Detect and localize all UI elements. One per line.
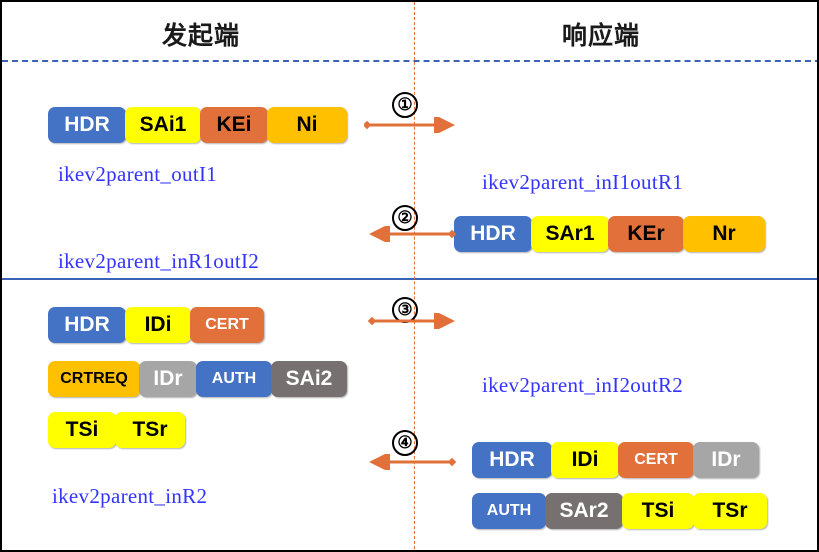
- payload-block-sai2: SAi2: [271, 361, 347, 397]
- column-header-responder: 响应端: [562, 23, 641, 50]
- payload-block-hdr: HDR: [454, 216, 532, 252]
- payload-block-nr: Nr: [683, 216, 765, 252]
- payload-row-msg2: HDR SAr1 KEr Nr: [454, 216, 765, 252]
- payload-row-msg3-line3: TSi TSr: [48, 412, 185, 448]
- payload-block-tsi: TSi: [48, 412, 116, 448]
- payload-block-ker: KEr: [608, 216, 684, 252]
- payload-block-auth: AUTH: [196, 361, 272, 397]
- payload-block-tsr: TSr: [115, 412, 185, 448]
- payload-block-tsi: TSi: [622, 493, 694, 529]
- arrow-step-2: [364, 226, 460, 242]
- function-label-in-r1-out-i2: ikev2parent_inR1outI2: [58, 249, 260, 273]
- payload-block-idr: IDr: [139, 361, 197, 397]
- payload-row-msg4-line1: HDR IDi CERT IDr: [472, 442, 759, 478]
- step-marker-4: ④: [392, 430, 418, 456]
- arrow-step-1: [364, 117, 460, 133]
- payload-block-cert: CERT: [190, 307, 264, 343]
- arrow-step-3: [364, 313, 460, 329]
- payload-block-idi: IDi: [125, 307, 191, 343]
- header-divider: [2, 60, 817, 62]
- ikev2-exchange-diagram: 发起端 响应端 HDR SAi1 KEi Ni ikev2parent_outI1 ①…: [0, 0, 819, 552]
- arrow-step-4: [364, 454, 460, 470]
- payload-block-hdr: HDR: [48, 307, 126, 343]
- payload-block-tsr: TSr: [693, 493, 767, 529]
- payload-block-ni: Ni: [267, 107, 347, 143]
- function-label-in-i1-out-r1: ikev2parent_inI1outR1: [482, 170, 684, 194]
- function-label-out-i1: ikev2parent_outI1: [58, 162, 218, 186]
- payload-block-crtreq: CRTREQ: [48, 361, 140, 397]
- payload-row-msg4-line2: AUTH SAr2 TSi TSr: [472, 493, 767, 529]
- payload-block-hdr: HDR: [472, 442, 552, 478]
- function-label-in-r2: ikev2parent_inR2: [52, 484, 208, 508]
- payload-row-msg3-line1: HDR IDi CERT: [48, 307, 264, 343]
- payload-block-sar2: SAr2: [545, 493, 623, 529]
- phase-divider: [2, 278, 817, 280]
- payload-block-cert: CERT: [618, 442, 694, 478]
- payload-block-auth: AUTH: [472, 493, 546, 529]
- payload-block-idi: IDi: [551, 442, 619, 478]
- payload-block-kei: KEi: [200, 107, 268, 143]
- column-header-initiator: 发起端: [162, 23, 241, 50]
- payload-row-msg1: HDR SAi1 KEi Ni: [48, 107, 347, 143]
- payload-block-sai1: SAi1: [125, 107, 201, 143]
- payload-block-sar1: SAr1: [531, 216, 609, 252]
- function-label-in-i2-out-r2: ikev2parent_inI2outR2: [482, 373, 684, 397]
- payload-block-idr: IDr: [693, 442, 759, 478]
- step-marker-1: ①: [392, 92, 418, 118]
- payload-block-hdr: HDR: [48, 107, 126, 143]
- payload-row-msg3-line2: CRTREQ IDr AUTH SAi2: [48, 361, 347, 397]
